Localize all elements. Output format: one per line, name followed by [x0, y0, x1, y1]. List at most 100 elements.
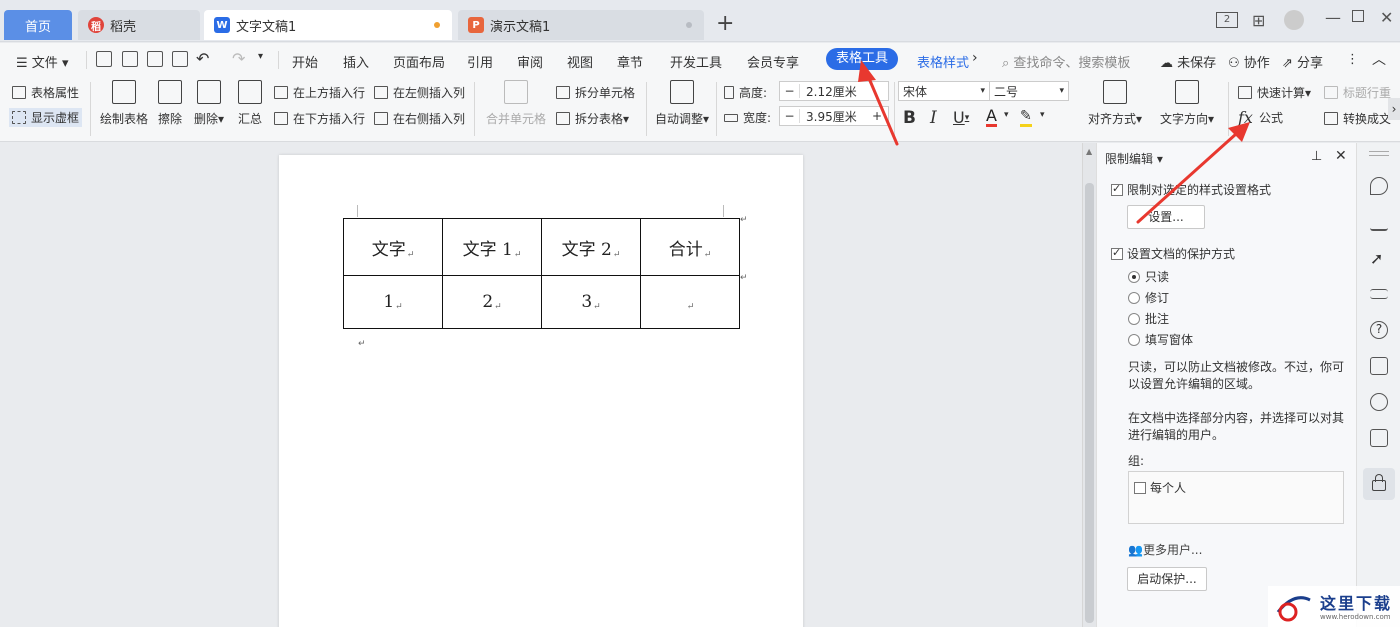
lock-button[interactable]: [1363, 468, 1395, 500]
table-cell[interactable]: 文字 1↵: [442, 218, 542, 276]
menu-dev-tools[interactable]: 开发工具: [670, 52, 722, 71]
auto-fit-button[interactable]: 自动调整▾: [655, 80, 709, 127]
save-icon[interactable]: [96, 51, 112, 67]
everyone-checkbox[interactable]: 每个人: [1134, 479, 1186, 496]
tab-home[interactable]: 首页: [4, 10, 72, 40]
avatar[interactable]: [1284, 10, 1304, 30]
start-protection-button[interactable]: 启动保护...: [1127, 567, 1207, 591]
more-options-icon[interactable]: ⋮: [1346, 52, 1359, 67]
align-button[interactable]: 对齐方式▾: [1088, 80, 1142, 127]
tab-doc[interactable]: W 文字文稿1: [204, 10, 452, 40]
table-cell[interactable]: 文字↵: [343, 218, 443, 276]
table-cell[interactable]: 合计↵: [640, 218, 740, 276]
command-search[interactable]: ⌕ 查找命令、搜索模板: [1002, 52, 1130, 71]
text-direction-button[interactable]: 文字方向▾: [1160, 80, 1214, 127]
draw-table-button[interactable]: 绘制表格: [100, 80, 148, 127]
tab-ppt[interactable]: P 演示文稿1: [458, 10, 704, 40]
highlight-dropdown-icon[interactable]: ▾: [1040, 110, 1045, 120]
italic-icon[interactable]: I: [930, 108, 937, 128]
convert-to-text-button[interactable]: 转换成文: [1324, 110, 1391, 127]
new-tab-plus-icon[interactable]: +: [716, 13, 734, 35]
table-props-button[interactable]: 表格属性: [12, 84, 79, 101]
merge-cells-button[interactable]: 合并单元格: [486, 80, 546, 127]
font-color-icon[interactable]: A: [986, 108, 997, 127]
vertical-scrollbar[interactable]: ▲: [1082, 143, 1096, 627]
lightning-icon[interactable]: [1370, 393, 1388, 411]
print-preview-icon[interactable]: [172, 51, 188, 67]
font-size-select[interactable]: 二号 ▾: [989, 81, 1069, 101]
redo-icon[interactable]: ↷: [232, 49, 245, 68]
document-table[interactable]: 文字↵ 文字 1↵ 文字 2↵ 合计↵ 1↵ 2↵ 3↵ ↵: [343, 218, 740, 329]
menu-start[interactable]: 开始: [292, 52, 318, 71]
sliders-icon[interactable]: [1370, 289, 1388, 299]
undo-icon[interactable]: ↶: [196, 49, 209, 68]
radio-form[interactable]: 填写窗体: [1128, 331, 1193, 348]
insert-col-left-button[interactable]: 在左侧插入列: [374, 84, 465, 101]
quick-access-dropdown-icon[interactable]: ▾: [258, 51, 263, 62]
radio-comment[interactable]: 批注: [1128, 310, 1169, 327]
table-cell[interactable]: 1↵: [343, 275, 443, 329]
close-icon[interactable]: ✕: [1380, 8, 1393, 27]
limit-format-checkbox[interactable]: 限制对选定的样式设置格式: [1111, 181, 1271, 198]
pen-icon[interactable]: [1370, 213, 1388, 231]
show-gridlines-button[interactable]: 显示虚框: [9, 108, 83, 127]
table-cell[interactable]: 2↵: [442, 275, 542, 329]
bold-icon[interactable]: B: [903, 108, 916, 128]
delete-button[interactable]: 删除▾: [194, 80, 224, 127]
panel-title[interactable]: 限制编辑 ▾: [1105, 150, 1163, 167]
export-pdf-icon[interactable]: [122, 51, 138, 67]
split-cells-button[interactable]: 拆分单元格: [556, 84, 635, 101]
cloud-doc-icon[interactable]: [1370, 357, 1388, 375]
scroll-up-icon[interactable]: ▲: [1086, 147, 1092, 156]
erase-button[interactable]: 擦除: [158, 80, 182, 127]
apps-grid-icon[interactable]: ⊞: [1252, 11, 1265, 30]
split-table-button[interactable]: 拆分表格 ▾: [556, 110, 629, 127]
insert-row-above-button[interactable]: 在上方插入行: [274, 84, 365, 101]
font-family-select[interactable]: 宋体 ▾: [898, 81, 990, 101]
menu-member[interactable]: 会员专享: [747, 52, 799, 71]
row-height-stepper[interactable]: − 2.12厘米: [779, 81, 889, 101]
table-cell[interactable]: 文字 2↵: [541, 218, 641, 276]
more-users-link[interactable]: 👥更多用户...: [1128, 541, 1202, 558]
col-width-stepper[interactable]: − 3.95厘米 +: [779, 106, 889, 126]
quick-calc-button[interactable]: 快速计算 ▾: [1238, 84, 1311, 101]
tab-daoke[interactable]: 稻 稻壳: [78, 10, 200, 40]
share-button[interactable]: ⇗ 分享: [1282, 52, 1323, 71]
book-search-icon[interactable]: [1370, 429, 1388, 447]
minimize-icon[interactable]: —: [1325, 8, 1341, 27]
insert-row-below-button[interactable]: 在下方插入行: [274, 110, 365, 127]
width-plus-icon[interactable]: +: [872, 109, 882, 123]
summary-button[interactable]: 汇总: [238, 80, 262, 127]
document-page[interactable]: 文字↵ 文字 1↵ 文字 2↵ 合计↵ 1↵ 2↵ 3↵ ↵ ↵ ↵ ↵: [279, 155, 803, 627]
menu-view[interactable]: 视图: [567, 52, 593, 71]
radio-revision[interactable]: 修订: [1128, 289, 1169, 306]
scrollbar-thumb[interactable]: [1085, 183, 1094, 623]
ribbon-scroll-right-icon[interactable]: ›: [972, 50, 978, 66]
insert-col-right-button[interactable]: 在右侧插入列: [374, 110, 465, 127]
settings-button[interactable]: 设置...: [1127, 205, 1205, 229]
formula-button[interactable]: fx 公式: [1238, 108, 1283, 127]
rocket-icon[interactable]: [1370, 177, 1388, 195]
title-row-repeat-button[interactable]: 标题行重: [1324, 84, 1391, 101]
table-cell[interactable]: ↵: [640, 275, 740, 329]
group-list[interactable]: 每个人: [1128, 471, 1344, 524]
menu-insert[interactable]: 插入: [343, 52, 369, 71]
maximize-icon[interactable]: [1352, 10, 1364, 22]
height-minus-icon[interactable]: −: [780, 84, 800, 98]
underline-icon[interactable]: U ▾: [953, 108, 969, 127]
protection-checkbox[interactable]: 设置文档的保护方式: [1111, 245, 1235, 262]
table-cell[interactable]: 3↵: [541, 275, 641, 329]
collab-button[interactable]: ⚇ 协作: [1228, 52, 1270, 71]
font-color-dropdown-icon[interactable]: ▾: [1004, 110, 1009, 120]
menu-review[interactable]: 审阅: [517, 52, 543, 71]
highlight-icon[interactable]: ✎: [1020, 108, 1032, 127]
help-icon[interactable]: ?: [1370, 321, 1388, 339]
menu-chapter[interactable]: 章节: [617, 52, 643, 71]
menu-table-style[interactable]: 表格样式: [917, 52, 969, 71]
file-menu[interactable]: ☰ 文件 ▾: [16, 52, 68, 71]
menu-table-tools[interactable]: 表格工具: [826, 48, 898, 70]
ribbon-more-icon[interactable]: ›: [1388, 98, 1400, 120]
unsaved-button[interactable]: ☁ 未保存: [1160, 52, 1216, 71]
menu-page-layout[interactable]: 页面布局: [393, 52, 445, 71]
collapse-ribbon-icon[interactable]: ︿: [1372, 49, 1386, 69]
